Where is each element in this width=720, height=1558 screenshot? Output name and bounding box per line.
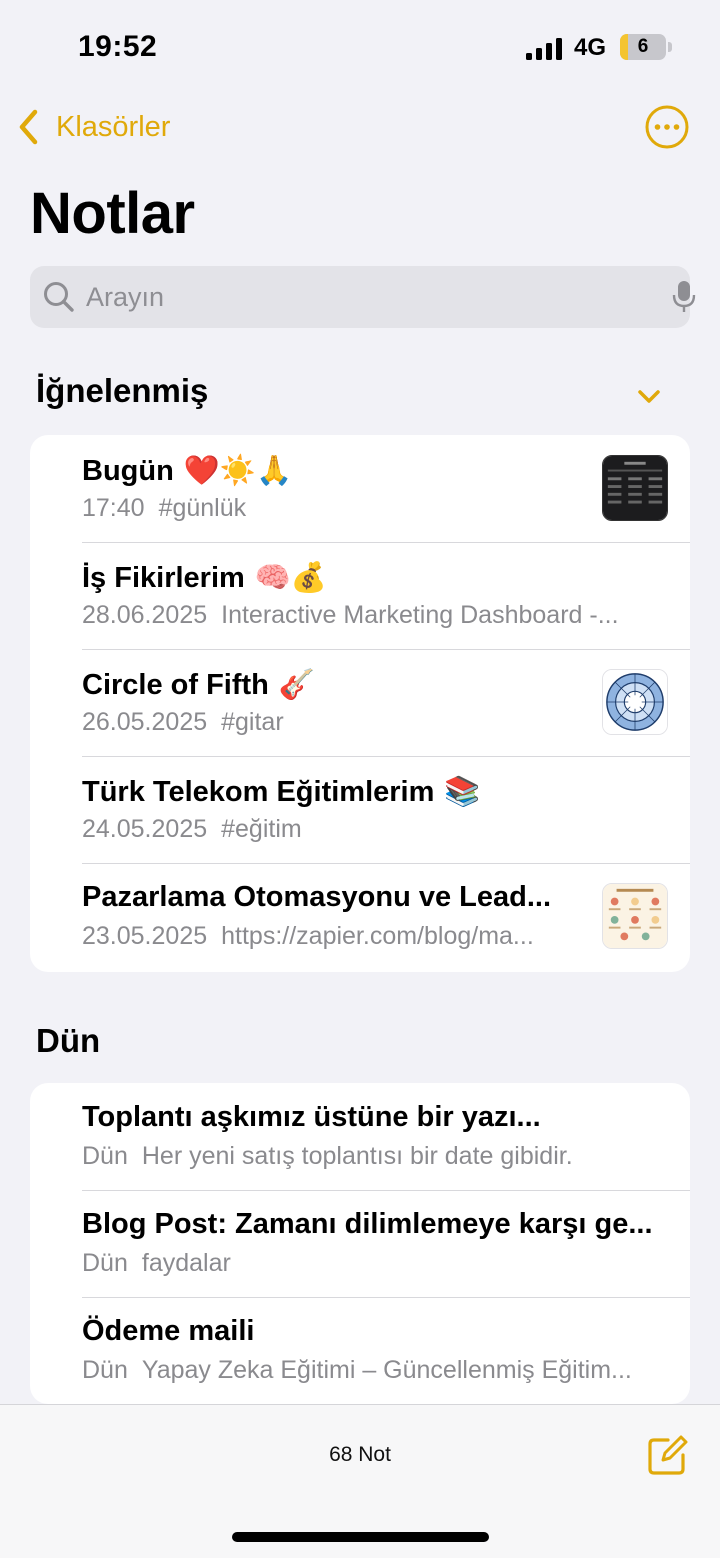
- infographic-thumbnail: [602, 883, 668, 949]
- note-snippet: Interactive Marketing Dashboard -...: [221, 601, 619, 629]
- note-date: Dün: [82, 1142, 128, 1170]
- note-date: 24.05.2025: [82, 815, 208, 843]
- back-button-label: Klasörler: [56, 110, 171, 143]
- note-date: 17:40: [82, 494, 145, 522]
- note-snippet: https://zapier.com/blog/ma...: [221, 922, 534, 950]
- note-row[interactable]: İş Fikirlerim 🧠💰 28.06.2025 Interactive Ma…: [30, 542, 690, 649]
- circle-of-fifths-thumbnail: [602, 669, 668, 735]
- notes-screen: 19:52 4G 6 Klasörler Notlar Arayın İğnel…: [0, 0, 720, 1558]
- note-meta: 26.05.2025 #gitar: [82, 708, 622, 737]
- status-time: 19:52: [78, 30, 158, 63]
- note-snippet: #günlük: [158, 494, 247, 522]
- note-snippet: Yapay Zeka Eğitimi – Güncellenmiş Eğitim…: [141, 1356, 632, 1384]
- note-title: Bugün ❤️☀️🙏: [82, 453, 293, 487]
- note-snippet: faydalar: [141, 1249, 231, 1277]
- note-meta: Dün faydalar: [82, 1249, 668, 1278]
- back-button[interactable]: Klasörler: [14, 104, 170, 150]
- note-title: Ödeme maili: [82, 1315, 255, 1347]
- note-title: Blog Post: Zamanı dilimlemeye karşı ge..…: [82, 1208, 653, 1240]
- note-meta: 17:40 #günlük: [82, 494, 622, 523]
- note-title: İş Fikirlerim 🧠💰: [82, 560, 328, 594]
- note-date: 26.05.2025: [82, 708, 208, 736]
- pinned-section-header: İğnelenmiş: [36, 372, 209, 409]
- more-options-icon[interactable]: [644, 104, 690, 150]
- note-date: Dün: [82, 1249, 128, 1277]
- note-row[interactable]: Ödeme maili Dün Yapay Zeka Eğitimi – Günc…: [30, 1297, 690, 1404]
- note-date: 28.06.2025: [82, 601, 208, 629]
- note-meta: Dün Yapay Zeka Eğitimi – Güncellenmiş Eği…: [82, 1356, 668, 1385]
- signal-icon: [526, 38, 562, 60]
- note-row[interactable]: Türk Telekom Eğitimlerim 📚 24.05.2025 #eği…: [30, 756, 690, 863]
- note-title: Toplantı aşkımız üstüne bir yazı...: [82, 1101, 541, 1133]
- note-date: Dün: [82, 1356, 128, 1384]
- page-title: Notlar: [30, 181, 195, 246]
- battery-level: 6: [637, 36, 649, 57]
- chevron-down-icon[interactable]: [634, 384, 664, 408]
- note-meta: 23.05.2025 https://zapier.com/blog/ma...: [82, 922, 622, 951]
- yesterday-section-header: Dün: [36, 1022, 101, 1059]
- note-row[interactable]: Toplantı aşkımız üstüne bir yazı... Dün H…: [30, 1083, 690, 1190]
- note-meta: 28.06.2025 Interactive Marketing Dashboar…: [82, 601, 668, 630]
- note-meta: 24.05.2025 #eğitim: [82, 815, 668, 844]
- note-snippet: #gitar: [221, 708, 284, 736]
- note-meta: Dün Her yeni satış toplantısı bir date gi…: [82, 1142, 668, 1171]
- home-indicator: [232, 1532, 489, 1542]
- search-icon: [44, 282, 74, 312]
- network-label: 4G: [574, 34, 607, 61]
- note-title: Türk Telekom Eğitimlerim 📚: [82, 774, 481, 808]
- note-date: 23.05.2025: [82, 922, 208, 950]
- mic-icon[interactable]: [672, 280, 696, 314]
- status-bar: 19:52 4G 6: [0, 0, 720, 96]
- search-bar[interactable]: [30, 266, 696, 328]
- compose-icon[interactable]: [646, 1435, 688, 1477]
- note-title: Circle of Fifth 🎸: [82, 667, 315, 701]
- battery-icon: 6: [620, 34, 672, 60]
- chevron-left-icon: [19, 109, 38, 145]
- note-title: Pazarlama Otomasyonu ve Lead...: [82, 881, 552, 913]
- note-row[interactable]: Blog Post: Zamanı dilimlemeye karşı ge..…: [30, 1190, 690, 1297]
- yesterday-notes-list: Toplantı aşkımız üstüne bir yazı... Dün H…: [30, 1083, 690, 1404]
- dark-table-thumbnail: [602, 455, 668, 521]
- pinned-notes-list: Bugün ❤️☀️🙏 17:40 #günlük İş Fikirlerim 🧠💰 …: [30, 435, 690, 972]
- search-input[interactable]: [86, 266, 656, 328]
- note-snippet: Her yeni satış toplantısı bir date gibid…: [141, 1142, 573, 1170]
- note-snippet: #eğitim: [221, 815, 302, 843]
- note-row[interactable]: Bugün ❤️☀️🙏 17:40 #günlük: [30, 435, 690, 542]
- note-row[interactable]: Circle of Fifth 🎸 26.05.2025 #gitar: [30, 649, 690, 756]
- notes-count: 68 Not: [329, 1443, 391, 1466]
- note-row[interactable]: Pazarlama Otomasyonu ve Lead... 23.05.20…: [30, 863, 690, 970]
